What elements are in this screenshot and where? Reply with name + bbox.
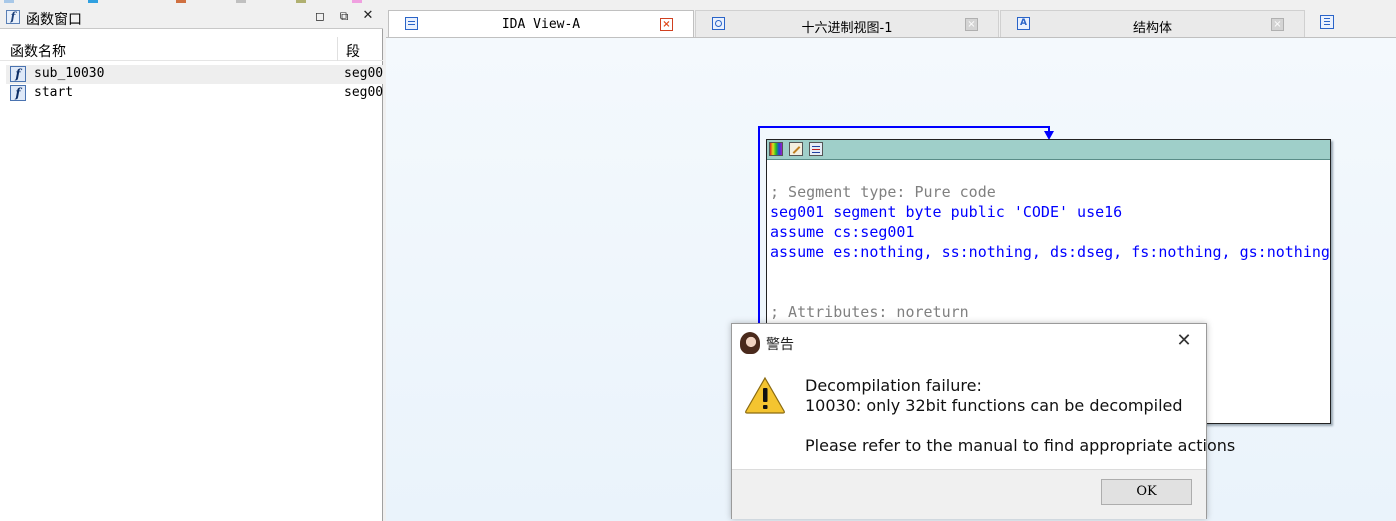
function-segment: seg001 (344, 66, 383, 81)
functions-column-header: 函数名称 段 (0, 37, 383, 61)
tab-label: 结构体 (1132, 21, 1172, 36)
code-line[interactable]: assume cs:seg001 (770, 222, 915, 242)
legend-swatch (236, 0, 246, 3)
tab-close-icon[interactable]: × (1271, 18, 1284, 31)
color-icon[interactable] (769, 142, 783, 156)
ok-button[interactable]: OK (1101, 479, 1192, 505)
legend-swatch (88, 0, 98, 3)
code-line[interactable]: ; Segment type: Pure code (770, 182, 996, 202)
dialog-message-line: Please refer to the manual to find appro… (805, 436, 1236, 455)
column-divider[interactable] (337, 37, 338, 61)
restore-icon[interactable]: ⧉ (336, 8, 352, 24)
legend-swatch (4, 0, 14, 3)
functions-window-titlebar[interactable]: f 函数窗口 ◻ ⧉ ✕ (0, 5, 383, 29)
tab-hex-view[interactable]: 十六进制视图-1 × (695, 10, 999, 37)
legend-swatch (176, 0, 186, 3)
graph-icon[interactable] (809, 142, 823, 156)
tab-label: IDA View-A (501, 17, 581, 32)
column-header-segment[interactable]: 段 (346, 41, 360, 61)
tab-structures[interactable]: A 结构体 × (1000, 10, 1305, 37)
function-icon: f (10, 85, 26, 101)
tab-label: 十六进制视图-1 (801, 21, 893, 36)
dialog-title: 警告 (766, 337, 794, 353)
enums-tab-icon[interactable] (1320, 15, 1334, 29)
app-icon (740, 332, 760, 354)
view-tabbar: IDA View-A × 十六进制视图-1 × A 结构体 × (386, 5, 1396, 38)
dialog-message-line: Decompilation failure: (805, 376, 982, 395)
tab-close-icon[interactable]: × (965, 18, 978, 31)
code-line[interactable]: assume es:nothing, ss:nothing, ds:dseg, … (770, 242, 1330, 262)
graph-edge (758, 126, 760, 326)
function-name: sub_10030 (34, 66, 105, 81)
code-line[interactable]: ; Attributes: noreturn (770, 302, 969, 322)
dialog-message-line: 10030: only 32bit functions can be decom… (805, 396, 1183, 415)
float-icon[interactable]: ◻ (312, 8, 328, 24)
code-line[interactable]: seg001 segment byte public 'CODE' use16 (770, 202, 1122, 222)
graph-node-header[interactable] (767, 140, 1330, 160)
close-icon[interactable]: ✕ (360, 8, 376, 24)
tab-close-icon[interactable]: × (660, 18, 673, 31)
function-row[interactable]: f sub_10030 seg001 (6, 65, 383, 84)
legend-swatch (296, 0, 306, 3)
warning-icon (745, 376, 785, 414)
function-segment: seg001 (344, 85, 383, 100)
function-icon: f (6, 10, 20, 24)
edit-icon[interactable] (789, 142, 803, 156)
functions-window: f 函数窗口 ◻ ⧉ ✕ 函数名称 段 f sub_10030 seg001 f… (0, 5, 383, 521)
function-icon: f (10, 66, 26, 82)
close-icon[interactable]: ✕ (1174, 331, 1194, 351)
graph-edge (758, 126, 1050, 128)
column-header-name[interactable]: 函数名称 (10, 41, 66, 61)
function-name: start (34, 85, 74, 100)
dialog-footer: OK (732, 469, 1206, 519)
tab-ida-view-a[interactable]: IDA View-A × (388, 10, 694, 38)
legend-swatch (352, 0, 362, 3)
legend-strip (0, 0, 1396, 4)
functions-window-title: 函数窗口 (26, 12, 82, 28)
function-row[interactable]: f start seg001 (6, 84, 383, 103)
warning-dialog: 警告 ✕ Decompilation failure: 10030: only … (731, 323, 1235, 519)
